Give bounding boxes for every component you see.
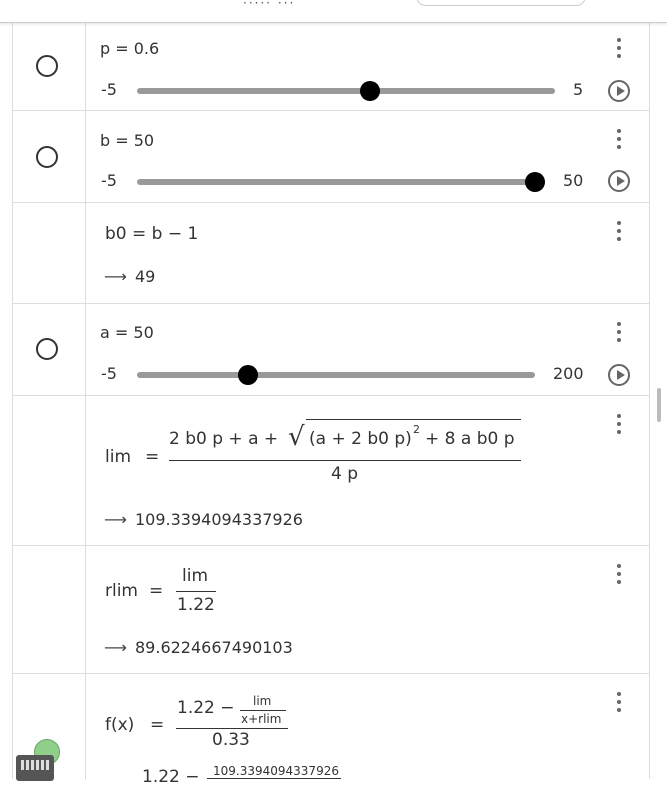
slider-track-p[interactable] [137,88,555,94]
more-options-icon[interactable] [613,129,625,155]
slider-min-b: -5 [101,171,117,190]
play-icon[interactable] [608,80,630,102]
algebra-row-lim[interactable]: lim = 2 b0 p + a + √ (a + 2 b0 p) 2 + 8 … [13,396,649,546]
result-b0: 49 [135,267,156,286]
lim-exponent: 2 [413,423,420,436]
slider-max-b: 50 [563,171,584,190]
play-icon[interactable] [608,364,630,386]
more-options-icon[interactable] [613,414,625,440]
f-value-left: 1.22 − [142,767,200,787]
inner-fraction-bar [240,710,286,711]
visibility-toggle-b[interactable] [36,146,58,168]
fraction-bar [176,728,288,729]
algebra-row-p[interactable]: p = 0.6 -5 5 [13,22,649,111]
more-options-icon[interactable] [613,692,625,718]
more-options-icon[interactable] [613,221,625,247]
slider-label-p: p = 0.6 [100,39,160,58]
algebra-row-b0[interactable]: b0 = b − 1 ⟶ 49 [13,203,649,304]
vertical-scrollbar[interactable] [657,388,661,422]
f-lhs: f(x) [105,715,135,735]
more-options-icon[interactable] [613,322,625,348]
slider-knob-a[interactable] [238,365,258,385]
result-arrow-icon: ⟶ [104,638,127,657]
rlim-lhs: rlim [105,581,138,601]
slider-label-a: a = 50 [100,323,154,342]
slider-knob-b[interactable] [525,172,545,192]
slider-knob-p[interactable] [360,81,380,101]
slider-min-p: -5 [101,80,117,99]
lim-numerator-right: + 8 a b0 p [425,429,515,449]
algebra-row-a[interactable]: a = 50 -5 200 [13,304,649,396]
more-options-icon[interactable] [613,564,625,590]
f-inner-denominator: x+rlim [241,712,282,726]
algebra-row-rlim[interactable]: rlim = lim 1.22 ⟶ 89.6224667490103 [13,546,649,674]
row-gutter [13,203,86,303]
slider-label-b: b = 50 [100,131,155,150]
slider-track-b[interactable] [137,179,545,185]
slider-max-p: 5 [573,80,584,99]
row-gutter [13,22,86,110]
row-gutter [13,304,86,395]
equals-sign: = [145,447,160,467]
lim-lhs: lim [105,447,132,467]
keyboard-icon[interactable] [16,755,54,781]
sqrt-overline [306,419,521,420]
algebra-row-b[interactable]: b = 50 -5 50 [13,111,649,203]
fraction-bar [169,460,521,461]
lim-numerator-radicand: (a + 2 b0 p) [309,429,412,449]
f-denominator: 0.33 [212,730,250,750]
result-arrow-icon: ⟶ [104,510,127,529]
rlim-denominator: 1.22 [177,595,215,615]
slider-track-a[interactable] [137,372,535,378]
equals-sign: = [150,715,165,735]
visibility-toggle-a[interactable] [36,338,58,360]
f-value-inner: 109.3394094337926 [213,764,339,778]
row-gutter [13,546,86,673]
lim-denominator: 4 p [331,464,359,484]
play-icon[interactable] [608,170,630,192]
result-arrow-icon: ⟶ [104,267,127,286]
more-options-icon[interactable] [613,38,625,64]
result-rlim: 89.6224667490103 [135,638,293,657]
sqrt-icon: √ [288,422,305,452]
top-toolbar: ····· ··· [0,0,667,23]
algebra-view: p = 0.6 -5 5 b = 50 -5 50 b0 = b − 1 ⟶ 4… [12,22,650,787]
equals-sign: = [149,581,164,601]
toolbar-pill-button[interactable] [416,0,586,6]
slider-max-a: 200 [553,364,584,383]
definition-b0: b0 = b − 1 [105,224,199,244]
fraction-bar [176,591,216,592]
f-numerator-main: 1.22 − [177,698,235,718]
toolbar-title-cut: ····· ··· [243,0,296,10]
row-gutter [13,111,86,202]
f-inner-numerator: lim [253,694,272,708]
slider-min-a: -5 [101,364,117,383]
row-gutter [13,396,86,545]
algebra-row-f[interactable]: f(x) = 1.22 − lim x+rlim 0.33 1.22 − 109… [13,674,649,787]
visibility-toggle-p[interactable] [36,55,58,77]
lim-numerator-left: 2 b0 p + a + [169,429,279,449]
result-lim: 109.3394094337926 [135,510,303,529]
rlim-numerator: lim [182,566,209,586]
